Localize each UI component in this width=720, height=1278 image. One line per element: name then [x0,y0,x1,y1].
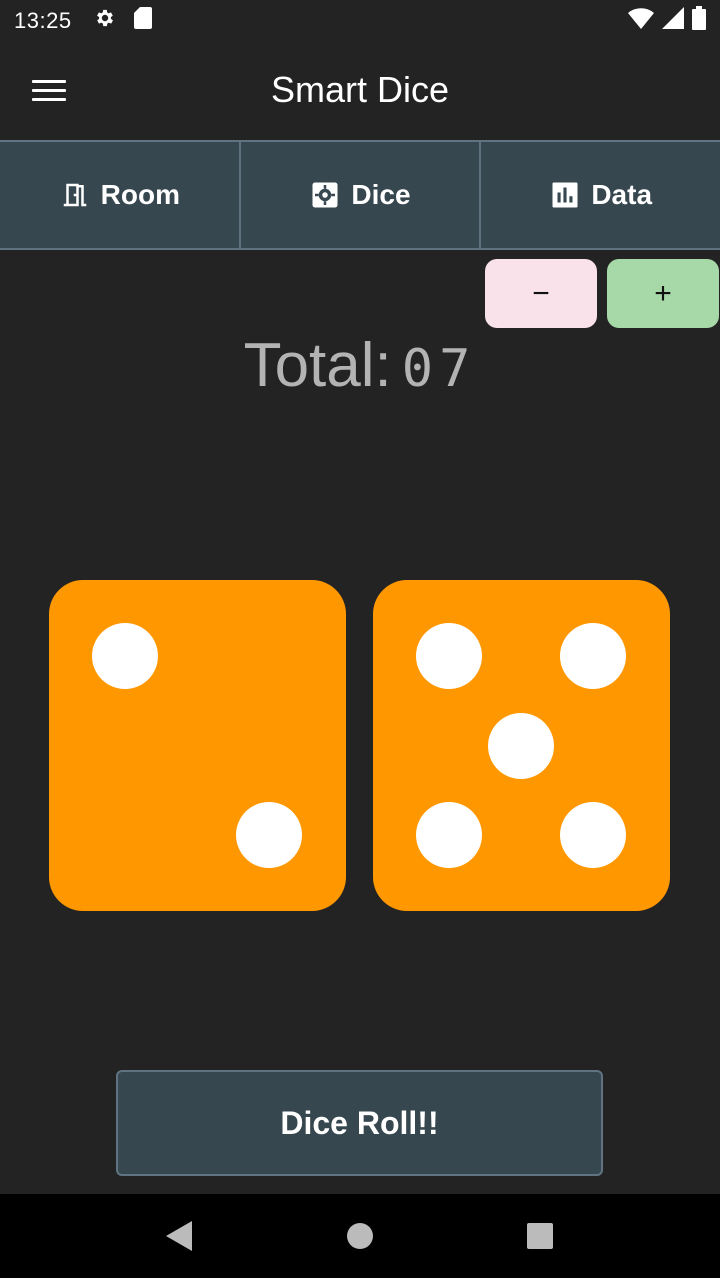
die-pip [236,802,302,868]
total-display: Total: 07 [0,330,720,401]
total-label: Total: [243,331,392,400]
die-pip [560,802,626,868]
die-pip [416,623,482,689]
recents-icon[interactable] [510,1206,570,1266]
navigation-bar [0,1194,720,1278]
settings-box-icon [309,179,341,211]
tab-dice[interactable]: Dice [241,142,482,248]
tab-data[interactable]: Data [481,142,720,248]
status-bar: 13:25 [0,0,720,42]
gear-icon [94,7,116,35]
bar-chart-icon [549,179,581,211]
sd-card-icon [133,7,152,35]
die-pip [560,623,626,689]
die-pip [488,713,554,779]
app-bar: Smart Dice [0,42,720,138]
tab-label: Data [591,179,653,210]
dice-roll-button[interactable]: Dice Roll!! [116,1070,603,1176]
die[interactable] [373,580,670,911]
total-value: 07 [401,339,477,399]
home-icon[interactable] [330,1206,390,1266]
app-title: Smart Dice [270,69,450,110]
die[interactable] [49,580,346,911]
decrease-dice-button[interactable]: − [485,259,597,328]
status-time: 13:25 [14,8,72,33]
tab-label: Room [100,179,180,210]
die-pip [92,623,158,689]
tab-label: Dice [351,179,411,210]
signal-icon [662,7,684,35]
tab-bar: Room Dice Data [0,140,720,250]
hamburger-menu-icon[interactable] [26,72,72,108]
die-pip [416,802,482,868]
door-icon [59,179,91,211]
back-icon[interactable] [150,1206,210,1266]
tab-room[interactable]: Room [0,142,241,248]
battery-icon [692,6,706,36]
wifi-icon [628,7,654,35]
increase-dice-button[interactable]: + [607,259,719,328]
